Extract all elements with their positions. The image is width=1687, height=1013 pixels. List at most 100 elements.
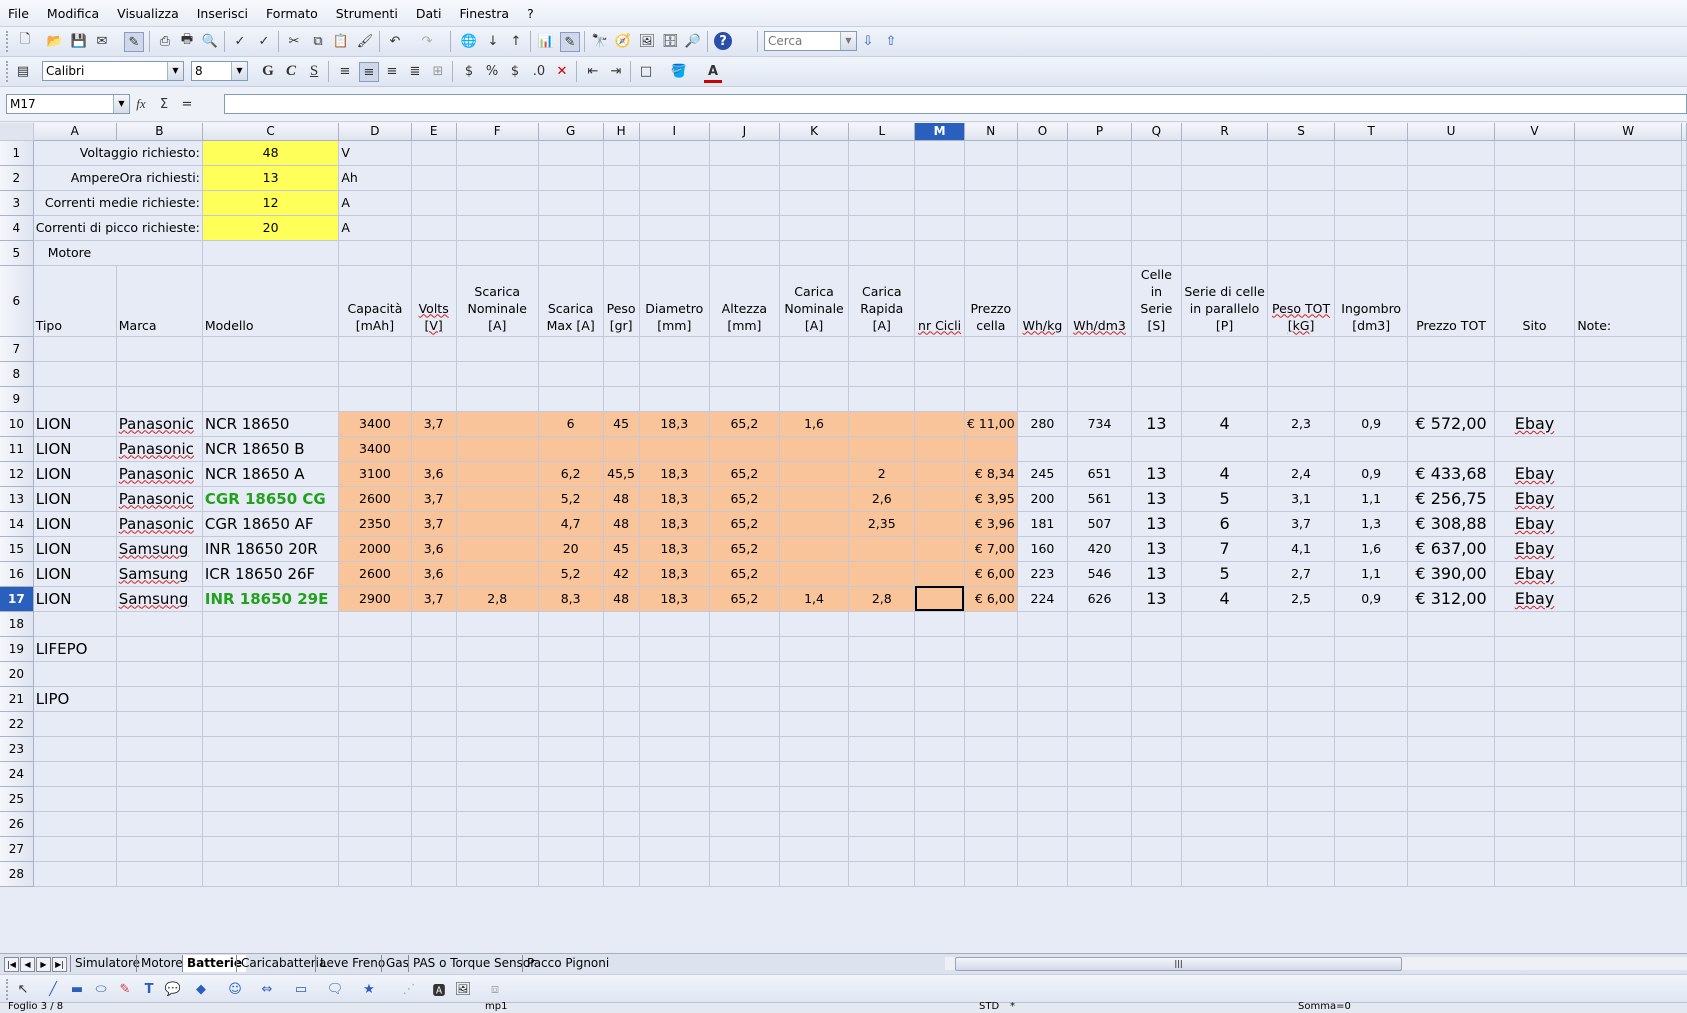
cell[interactable] [338,836,412,862]
last-sheet-icon[interactable]: ▶| [52,957,67,972]
cell[interactable] [779,836,850,862]
find-replace-icon[interactable]: 🔭 [591,32,609,50]
cell[interactable] [538,861,604,887]
battery-cell[interactable]: 4 [1181,411,1269,437]
cell[interactable] [1681,336,1687,362]
find-previous-icon[interactable]: ⇧ [882,32,900,50]
column-header-C[interactable]: C [202,123,340,141]
battery-cell[interactable]: Samsung [116,536,203,562]
battery-cell[interactable]: 224 [1017,586,1069,612]
cell[interactable] [964,836,1018,862]
cell[interactable] [639,736,711,762]
battery-cell[interactable]: NCR 18650 B [202,436,340,462]
cell[interactable] [639,336,711,362]
battery-cell[interactable] [779,536,850,562]
battery-cell[interactable]: Ebay [1494,586,1576,612]
cell[interactable] [603,836,640,862]
cell[interactable] [914,336,965,362]
battery-cell[interactable]: ICR 18650 26F [202,561,340,587]
cell[interactable] [411,165,457,191]
cell[interactable] [1267,686,1335,712]
battery-cell[interactable]: € 8,34 [964,461,1018,487]
cell[interactable] [538,811,604,837]
cell[interactable] [964,711,1018,737]
cell[interactable] [1181,786,1269,812]
cell[interactable] [338,240,412,266]
cell[interactable] [779,761,850,787]
cell[interactable] [1407,140,1495,166]
cell[interactable] [1267,215,1335,241]
column-header-Q[interactable]: Q [1131,123,1182,141]
cell[interactable] [1574,165,1682,191]
battery-cell[interactable]: 2000 [338,536,412,562]
cell[interactable] [1681,165,1687,191]
battery-cell[interactable]: 6 [1181,511,1269,537]
cell[interactable] [1334,611,1409,637]
cell[interactable] [456,386,539,412]
battery-cell[interactable]: 3,6 [411,461,457,487]
cell[interactable] [1181,686,1269,712]
cell[interactable] [33,711,117,737]
cell[interactable] [1181,336,1269,362]
cell[interactable] [779,215,850,241]
battery-cell[interactable]: 4 [1181,586,1269,612]
battery-cell[interactable]: 4,7 [538,511,604,537]
battery-cell[interactable]: Samsung [116,586,203,612]
cell[interactable] [1267,165,1335,191]
battery-cell[interactable] [1334,436,1409,462]
row-header[interactable]: 13 [0,486,34,512]
battery-cell[interactable]: 13 [1131,461,1182,487]
cell[interactable] [1131,861,1182,887]
font-name-combo[interactable]: Calibri ▼ [42,61,184,81]
cell[interactable] [1574,636,1682,662]
cell[interactable] [538,636,604,662]
battery-cell[interactable]: 1,6 [1334,536,1409,562]
cell[interactable] [456,215,539,241]
battery-cell[interactable] [456,436,539,462]
cell[interactable] [338,686,412,712]
cell[interactable] [1407,190,1495,216]
cell[interactable] [779,611,850,637]
autospellcheck-icon[interactable]: ✓ [255,32,273,50]
cell[interactable] [603,190,640,216]
cell[interactable] [1181,761,1269,787]
cell[interactable] [1407,811,1495,837]
battery-cell[interactable]: 734 [1067,411,1132,437]
currency-format-icon[interactable]: $ [460,62,478,80]
row-header[interactable]: 18 [0,611,34,637]
cell[interactable] [1131,636,1182,662]
cell[interactable] [639,761,711,787]
cell[interactable] [456,336,539,362]
row-header[interactable]: 14 [0,511,34,537]
cell[interactable] [1407,761,1495,787]
column-title[interactable]: Modello [202,265,340,337]
battery-cell[interactable] [456,536,539,562]
cell[interactable] [116,361,203,387]
find-next-icon[interactable]: ⇩ [859,32,877,50]
cell[interactable] [1574,736,1682,762]
battery-cell[interactable]: LION [33,511,117,537]
cell[interactable] [411,661,457,687]
cell[interactable] [538,661,604,687]
battery-cell[interactable]: 18,3 [639,411,711,437]
scrollbar-thumb[interactable]: ||| [955,957,1402,971]
cell[interactable] [709,836,780,862]
ellipse-icon[interactable]: ⬭ [92,980,110,998]
cell[interactable] [1334,165,1409,191]
battery-cell[interactable]: 2900 [338,586,412,612]
battery-cell[interactable] [456,486,539,512]
new-document-icon[interactable]: 🗋 [16,32,34,50]
clone-format-icon[interactable]: 🖌 [356,32,374,50]
selected-cell[interactable] [914,586,965,612]
cell[interactable] [779,786,850,812]
cell[interactable] [1017,811,1069,837]
cell[interactable] [1681,661,1687,687]
battery-cell[interactable]: 2,5 [1267,586,1335,612]
battery-cell[interactable]: 48 [603,511,640,537]
battery-cell[interactable]: 6,2 [538,461,604,487]
battery-cell[interactable] [914,411,965,437]
battery-cell[interactable]: LION [33,536,117,562]
cell[interactable] [1131,711,1182,737]
cell[interactable] [914,711,965,737]
row-header[interactable]: 3 [0,190,34,216]
